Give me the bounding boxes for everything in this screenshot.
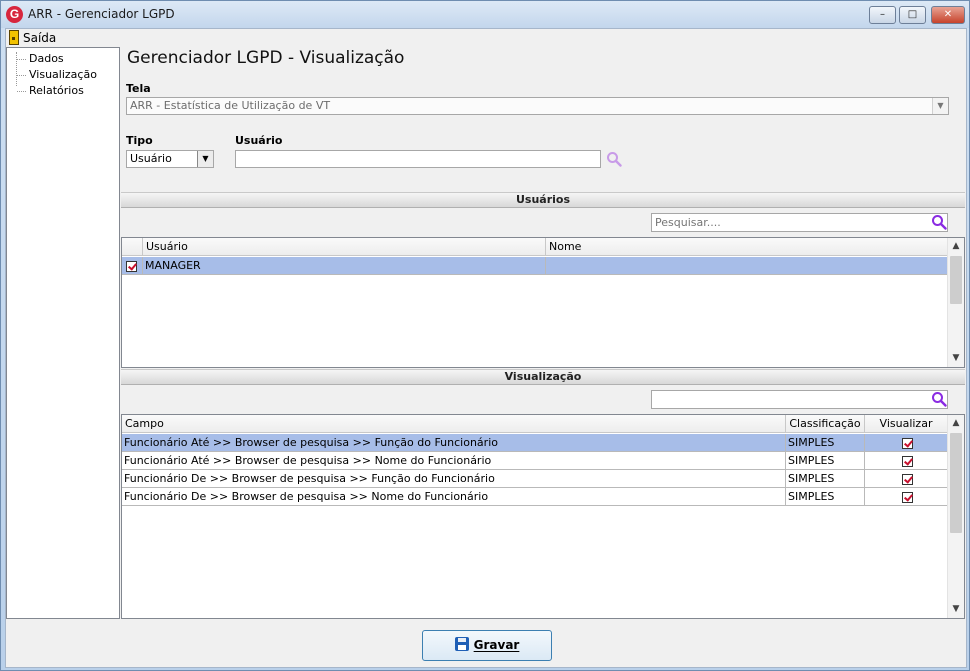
column-header-nome[interactable]: Nome bbox=[546, 238, 948, 256]
row-checkbox[interactable] bbox=[122, 257, 143, 274]
scroll-down-icon[interactable]: ▼ bbox=[948, 601, 964, 618]
view-table-header: Campo Classificação Visualizar bbox=[122, 415, 948, 433]
tipo-select-value: Usuário bbox=[130, 152, 172, 165]
view-section-header: Visualização bbox=[121, 369, 965, 385]
view-search-input[interactable] bbox=[652, 391, 922, 407]
search-icon[interactable] bbox=[931, 391, 947, 407]
app-window: G ARR - Gerenciador LGPD – □ ✕ Saída Dad… bbox=[0, 0, 970, 671]
users-table-header: Usuário Nome bbox=[122, 238, 948, 256]
users-section-header: Usuários bbox=[121, 192, 965, 208]
window-title: ARR - Gerenciador LGPD bbox=[28, 7, 175, 21]
cell-classificacao: SIMPLES bbox=[786, 488, 865, 505]
cell-nome bbox=[546, 257, 948, 274]
search-icon[interactable] bbox=[931, 214, 947, 230]
column-header-campo[interactable]: Campo bbox=[122, 415, 786, 433]
usuario-label: Usuário bbox=[235, 134, 283, 147]
scroll-up-icon[interactable]: ▲ bbox=[948, 415, 964, 432]
tree-item-dados[interactable]: Dados bbox=[17, 52, 64, 65]
page-title: Gerenciador LGPD - Visualização bbox=[127, 48, 405, 68]
tela-select-value: ARR - Estatística de Utilização de VT bbox=[130, 99, 331, 112]
table-row[interactable]: Funcionário De >> Browser de pesquisa >>… bbox=[122, 488, 948, 506]
table-row[interactable]: Funcionário Até >> Browser de pesquisa >… bbox=[122, 434, 948, 452]
tela-label: Tela bbox=[126, 82, 151, 95]
scroll-up-icon[interactable]: ▲ bbox=[948, 238, 964, 255]
checked-checkbox-icon[interactable] bbox=[126, 260, 137, 272]
cell-usuario: MANAGER bbox=[143, 257, 546, 274]
chevron-down-icon[interactable]: ▼ bbox=[197, 151, 213, 167]
column-header-visualizar[interactable]: Visualizar bbox=[865, 415, 948, 433]
floppy-disk-icon bbox=[454, 637, 469, 651]
tipo-label: Tipo bbox=[126, 134, 153, 147]
search-icon[interactable] bbox=[606, 151, 622, 167]
cell-campo: Funcionário De >> Browser de pesquisa >>… bbox=[122, 488, 786, 505]
column-header-usuario[interactable]: Usuário bbox=[143, 238, 546, 256]
tela-select[interactable]: ARR - Estatística de Utilização de VT ▼ bbox=[126, 97, 949, 115]
scroll-down-icon[interactable]: ▼ bbox=[948, 350, 964, 367]
cell-visualizar[interactable] bbox=[865, 434, 948, 451]
checked-checkbox-icon[interactable] bbox=[901, 491, 913, 503]
maximize-button[interactable]: □ bbox=[899, 6, 926, 24]
tree-connector bbox=[16, 52, 17, 86]
users-scrollbar[interactable]: ▲ ▼ bbox=[947, 238, 964, 367]
checked-checkbox-icon[interactable] bbox=[901, 455, 913, 467]
cell-classificacao: SIMPLES bbox=[786, 470, 865, 487]
cell-campo: Funcionário De >> Browser de pesquisa >>… bbox=[122, 470, 786, 487]
checked-checkbox-icon[interactable] bbox=[901, 437, 913, 449]
cell-visualizar[interactable] bbox=[865, 452, 948, 469]
table-row[interactable]: Funcionário De >> Browser de pesquisa >>… bbox=[122, 470, 948, 488]
users-search-box[interactable] bbox=[651, 213, 948, 232]
menu-bar: Saída bbox=[6, 29, 966, 47]
navigation-tree: Dados Visualização Relatórios bbox=[6, 47, 120, 619]
view-search-box[interactable] bbox=[651, 390, 948, 409]
title-bar[interactable]: G ARR - Gerenciador LGPD – □ ✕ bbox=[1, 1, 969, 28]
client-area: Saída Dados Visualização Relatórios Gere… bbox=[5, 28, 967, 668]
view-scrollbar[interactable]: ▲ ▼ bbox=[947, 415, 964, 618]
table-row[interactable]: Funcionário Até >> Browser de pesquisa >… bbox=[122, 452, 948, 470]
scroll-thumb[interactable] bbox=[950, 256, 962, 304]
users-table: Usuário Nome MANAGER ▲ ▼ bbox=[121, 237, 965, 368]
column-header-classificacao[interactable]: Classificação bbox=[786, 415, 865, 433]
save-button[interactable]: Gravar bbox=[422, 630, 552, 661]
cell-classificacao: SIMPLES bbox=[786, 452, 865, 469]
menu-exit[interactable]: Saída bbox=[23, 31, 56, 45]
tipo-select[interactable]: Usuário ▼ bbox=[126, 150, 214, 168]
usuario-field[interactable] bbox=[235, 150, 601, 168]
users-search-input[interactable] bbox=[652, 214, 922, 230]
chevron-down-icon[interactable]: ▼ bbox=[932, 98, 948, 114]
scroll-thumb[interactable] bbox=[950, 433, 962, 533]
app-logo-icon: G bbox=[6, 6, 23, 23]
view-table: Campo Classificação Visualizar Funcionár… bbox=[121, 414, 965, 619]
cell-classificacao: SIMPLES bbox=[786, 434, 865, 451]
main-panel: Gerenciador LGPD - Visualização Tela ARR… bbox=[120, 47, 966, 619]
tree-item-relatorios[interactable]: Relatórios bbox=[17, 84, 84, 97]
minimize-button[interactable]: – bbox=[869, 6, 896, 24]
checked-checkbox-icon[interactable] bbox=[901, 473, 913, 485]
cell-visualizar[interactable] bbox=[865, 470, 948, 487]
save-button-label: Gravar bbox=[473, 638, 520, 652]
cell-campo: Funcionário Até >> Browser de pesquisa >… bbox=[122, 434, 786, 451]
close-button[interactable]: ✕ bbox=[931, 6, 965, 24]
cell-campo: Funcionário Até >> Browser de pesquisa >… bbox=[122, 452, 786, 469]
cell-visualizar[interactable] bbox=[865, 488, 948, 505]
table-row[interactable]: MANAGER bbox=[122, 257, 948, 275]
tree-item-visualizacao[interactable]: Visualização bbox=[17, 68, 97, 81]
exit-door-icon bbox=[9, 30, 19, 45]
checkbox-column-header bbox=[122, 238, 143, 256]
